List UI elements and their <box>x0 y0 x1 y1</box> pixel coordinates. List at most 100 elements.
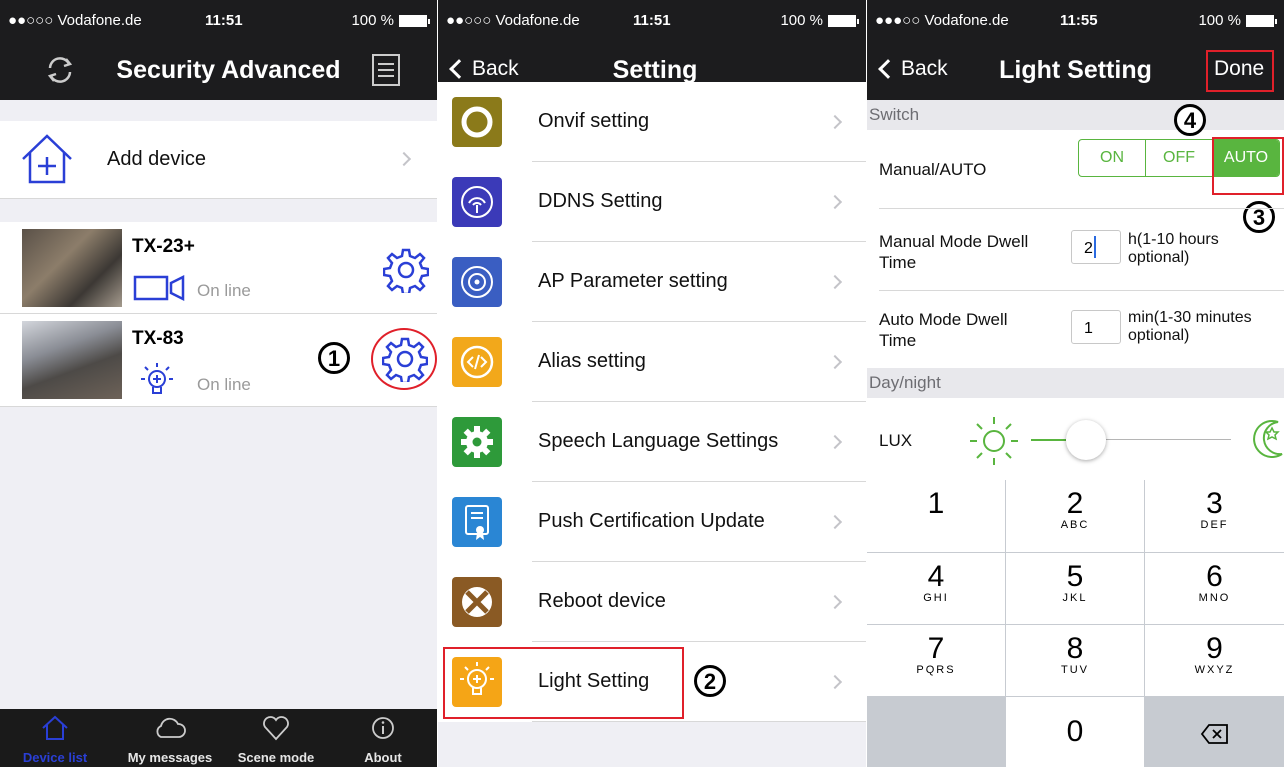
gear-icon[interactable] <box>382 247 430 298</box>
key-0[interactable]: 0 <box>1006 697 1144 767</box>
tab-label: Scene mode <box>237 750 315 765</box>
section-header-day-night: Day/night <box>867 368 1284 398</box>
setting-row-reboot[interactable]: Reboot device <box>438 562 866 642</box>
time-label: 11:51 <box>205 12 243 29</box>
home-icon <box>5 715 105 743</box>
page-title: Setting <box>612 56 698 84</box>
setting-label: Reboot device <box>538 590 666 612</box>
battery-indicator: 100 % <box>351 12 430 29</box>
setting-row-speech-language[interactable]: Speech Language Settings <box>438 402 866 482</box>
step-annotation-4: 4 <box>1174 104 1206 136</box>
device-name: TX-23+ <box>132 236 195 257</box>
battery-indicator: 100 % <box>780 12 859 29</box>
chevron-right-icon <box>827 194 843 210</box>
device-row[interactable]: TX-23+ On line <box>0 222 437 314</box>
time-label: 11:55 <box>1060 12 1098 29</box>
setting-label: Push Certification Update <box>538 510 765 532</box>
heart-icon <box>226 715 326 743</box>
status-bar: ●●●○○ Vodafone.de 11:55 100 % <box>867 0 1284 40</box>
section-header-switch: Switch <box>867 100 1284 130</box>
add-home-icon <box>20 133 74 190</box>
cog-icon <box>452 417 502 467</box>
setting-screen: ●●○○○ Vodafone.de 11:51 100 % Back Setti… <box>438 0 866 767</box>
key-8[interactable]: 8 TUV <box>1006 625 1144 696</box>
onvif-icon <box>452 97 502 147</box>
highlight-box <box>443 647 684 719</box>
auto-dwell-input[interactable]: 1 <box>1071 310 1121 344</box>
tab-about[interactable]: About <box>333 709 433 767</box>
key-6[interactable]: 6 MNO <box>1145 553 1284 624</box>
carrier-label: ●●○○○ Vodafone.de <box>8 12 142 29</box>
ap-parameter-icon <box>452 257 502 307</box>
status-bar: ●●○○○ Vodafone.de 11:51 100 % <box>438 0 866 40</box>
carrier-label: ●●●○○ Vodafone.de <box>875 12 1009 29</box>
setting-label: Onvif setting <box>538 110 650 132</box>
setting-label: Alias setting <box>538 350 646 372</box>
tab-my-messages[interactable]: My messages <box>120 709 220 767</box>
device-row[interactable]: TX-83 On line 1 <box>0 314 437 407</box>
key-9[interactable]: 9 WXYZ <box>1145 625 1284 696</box>
chevron-right-icon <box>827 354 843 370</box>
nav-bar: Back Light Setting Done <box>867 40 1284 100</box>
setting-row-ap-parameter[interactable]: AP Parameter setting <box>438 242 866 322</box>
setting-label: DDNS Setting <box>538 190 663 212</box>
step-annotation-1: 1 <box>318 342 350 374</box>
tab-scene-mode[interactable]: Scene mode <box>226 709 326 767</box>
light-setting-screen: ●●●○○ Vodafone.de 11:55 100 % Back Light… <box>867 0 1284 767</box>
key-7[interactable]: 7 PQRS <box>867 625 1005 696</box>
alias-code-icon <box>452 337 502 387</box>
tab-label: Device list <box>22 750 88 765</box>
tab-bar: Device list My messages Scene mode About <box>0 709 437 767</box>
carrier-label: ●●○○○ Vodafone.de <box>446 12 580 29</box>
key-2[interactable]: 2 ABC <box>1006 480 1144 552</box>
setting-row-alias[interactable]: Alias setting <box>438 322 866 402</box>
gear-icon[interactable] <box>381 336 429 387</box>
tab-label: My messages <box>127 750 213 765</box>
manual-dwell-input[interactable]: 2 <box>1071 230 1121 264</box>
manual-auto-label: Manual/AUTO <box>879 160 987 179</box>
key-5[interactable]: 5 JKL <box>1006 553 1144 624</box>
segment-on[interactable]: ON <box>1079 140 1146 176</box>
slider-fill <box>1031 439 1066 441</box>
device-name: TX-83 <box>132 328 184 349</box>
setting-row-ddns[interactable]: DDNS Setting <box>438 162 866 242</box>
lux-label: LUX <box>879 431 913 450</box>
camera-thumbnail <box>22 321 122 399</box>
setting-label: Speech Language Settings <box>538 430 779 452</box>
lux-slider[interactable] <box>1031 420 1231 460</box>
chevron-right-icon <box>827 594 843 610</box>
key-3[interactable]: 3 DEF <box>1145 480 1284 552</box>
add-device-label: Add device <box>107 148 206 170</box>
key-4[interactable]: 4 GHI <box>867 553 1005 624</box>
setting-row-push-certification[interactable]: Push Certification Update <box>438 482 866 562</box>
highlight-box <box>1212 137 1284 195</box>
segment-off[interactable]: OFF <box>1146 140 1213 176</box>
chevron-right-icon <box>827 274 843 290</box>
slider-thumb[interactable] <box>1066 420 1106 460</box>
device-list-screen: ●●○○○ Vodafone.de 11:51 100 % Security A… <box>0 0 437 767</box>
chevron-right-icon <box>827 674 843 690</box>
key-1[interactable]: 1 <box>867 480 1005 552</box>
step-annotation-2: 2 <box>694 665 726 697</box>
list-icon[interactable] <box>370 53 402 92</box>
moon-icon <box>1244 414 1284 469</box>
chevron-right-icon <box>827 434 843 450</box>
status-bar: ●●○○○ Vodafone.de 11:51 100 % <box>0 0 437 40</box>
chevron-right-icon <box>827 114 843 130</box>
backspace-key[interactable] <box>1145 697 1284 767</box>
tab-device-list[interactable]: Device list <box>5 709 105 767</box>
slider-track <box>1106 439 1231 440</box>
add-device-row[interactable]: Add device <box>0 121 437 199</box>
certificate-icon <box>452 497 502 547</box>
sun-icon <box>966 413 1022 474</box>
tab-label: About <box>364 750 402 765</box>
camera-thumbnail <box>22 229 122 307</box>
setting-label: AP Parameter setting <box>538 270 728 292</box>
battery-icon <box>1246 14 1277 27</box>
ddns-icon <box>452 177 502 227</box>
battery-icon <box>828 14 859 27</box>
setting-row-onvif[interactable]: Onvif setting <box>438 82 866 162</box>
step-annotation-3: 3 <box>1243 201 1275 233</box>
battery-icon <box>399 14 430 27</box>
battery-indicator: 100 % <box>1198 12 1277 29</box>
